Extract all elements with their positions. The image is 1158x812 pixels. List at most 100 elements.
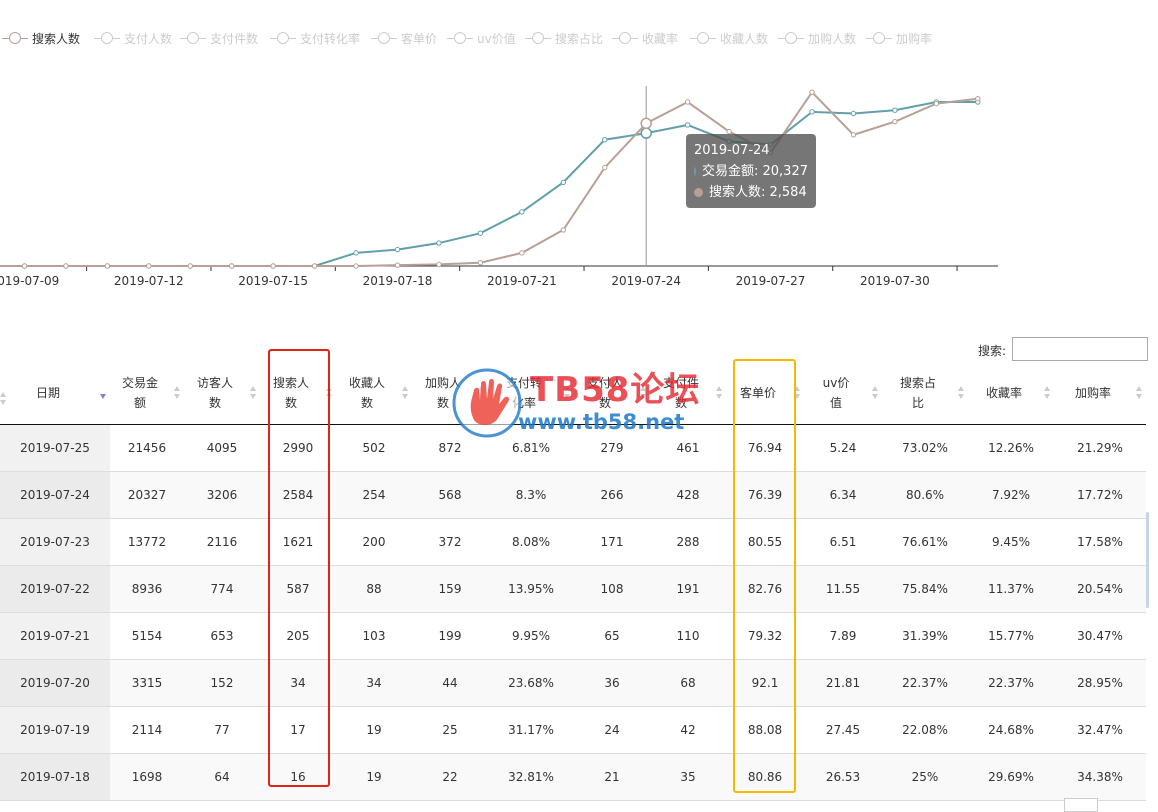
column-header[interactable]: 客单价 [726, 362, 804, 425]
chart-tooltip: 2019-07-24 交易金额: 20,327 搜索人数: 2,584 [686, 134, 816, 208]
column-header[interactable]: 支付件数 [650, 362, 726, 425]
table-row[interactable]: 2019-07-18 1698 64 16 19 22 32.81% 21 35 80.86 26.… [0, 753, 1146, 801]
legend-label: 支付件数 [210, 31, 259, 46]
legend-swatch-icon [612, 32, 638, 44]
column-header[interactable]: 加购人数 [412, 362, 488, 425]
table-cell: 21.29% [1054, 424, 1146, 472]
column-header-label: 客单价 [739, 386, 776, 400]
legend-item[interactable]: 搜索占比 [525, 28, 603, 48]
table-cell: 35 [650, 753, 726, 801]
table-row[interactable]: 2019-07-19 2114 77 17 19 25 31.17% 24 42 88.08 27.… [0, 706, 1146, 754]
table-cell: 34.38% [1054, 753, 1146, 801]
column-header[interactable]: 搜索占比 [882, 362, 968, 425]
legend-item[interactable]: 支付人数 [94, 28, 172, 48]
legend-label: 支付转化率 [300, 31, 361, 46]
data-point[interactable] [187, 263, 193, 269]
data-point[interactable] [394, 246, 401, 253]
table-cell: 8.08% [488, 518, 574, 566]
x-tick-label: 2019-07-21 [487, 274, 557, 288]
data-point[interactable] [975, 96, 981, 102]
table-cell: 3315 [110, 659, 184, 707]
legend-item[interactable]: 客单价 [371, 28, 437, 48]
scrollbar[interactable] [1146, 512, 1149, 608]
table-row[interactable]: 2019-07-21 5154 653 205 103 199 9.95% 65 110 79.3… [0, 612, 1146, 660]
legend-item[interactable]: 搜索人数 [2, 28, 80, 48]
column-header[interactable]: 访客人数 [184, 362, 260, 425]
data-point[interactable] [892, 118, 898, 125]
data-point[interactable] [311, 263, 318, 269]
data-point[interactable] [684, 122, 691, 128]
sort-icon [174, 386, 180, 400]
data-point[interactable] [63, 263, 69, 269]
table-cell: 6.34 [804, 471, 882, 519]
legend-item[interactable]: 收藏率 [612, 28, 678, 48]
table-cell: 8936 [110, 565, 184, 613]
table-cell: 110 [650, 612, 726, 660]
data-point[interactable] [353, 263, 359, 269]
table-row[interactable]: 2019-07-23 13772 2116 1621 200 372 8.08% 171 288… [0, 518, 1146, 566]
data-point[interactable] [146, 263, 152, 269]
legend-item[interactable]: 支付件数 [180, 28, 258, 48]
legend-item[interactable]: 加购率 [866, 28, 932, 48]
table-row[interactable]: 2019-07-22 8936 774 587 88 159 13.95% 108 191 82.… [0, 565, 1146, 613]
data-point[interactable] [519, 250, 525, 256]
legend-item[interactable]: 支付转化率 [270, 28, 360, 48]
column-header[interactable]: 支付人数 [574, 362, 650, 425]
data-point[interactable] [640, 127, 652, 139]
data-point[interactable] [560, 227, 566, 233]
table-cell: 103 [336, 612, 412, 660]
data-point[interactable] [602, 137, 608, 143]
data-point[interactable] [436, 240, 442, 246]
pagination-box[interactable] [1064, 798, 1098, 812]
data-point[interactable] [850, 132, 857, 138]
data-point[interactable] [684, 99, 691, 105]
column-header[interactable]: 交易金额 [110, 362, 184, 425]
table-cell: 24.68% [968, 706, 1054, 754]
column-header[interactable]: 收藏人数 [336, 362, 412, 425]
data-point[interactable] [809, 109, 815, 115]
column-header[interactable]: 加购率 [1054, 362, 1146, 425]
data-point[interactable] [21, 263, 28, 269]
table-cell: 1698 [110, 753, 184, 801]
data-point[interactable] [560, 179, 566, 186]
legend-swatch-icon [866, 32, 892, 44]
data-point[interactable] [809, 89, 815, 95]
table-row[interactable]: 2019-07-24 20327 3206 2584 254 568 8.3% 266 428 7… [0, 471, 1146, 519]
table-cell: 774 [184, 565, 260, 613]
data-point[interactable] [933, 100, 940, 107]
column-header[interactable]: 收藏率 [968, 362, 1054, 425]
column-header[interactable]: 支付转化率 [488, 362, 574, 425]
column-header-label: 支付转化率 [505, 376, 542, 410]
data-point[interactable] [602, 164, 608, 171]
table-row[interactable]: 2019-07-25 21456 4095 2990 502 872 6.81% 279 461… [0, 424, 1146, 472]
search-input[interactable] [1012, 337, 1148, 361]
column-header[interactable]: uv价值 [804, 362, 882, 425]
data-point[interactable] [519, 209, 525, 215]
column-header[interactable]: 日期 [0, 362, 110, 425]
data-point[interactable] [229, 263, 235, 269]
table-cell: 587 [260, 565, 336, 613]
data-point[interactable] [477, 230, 484, 236]
data-point[interactable] [436, 261, 442, 268]
sort-icon [872, 386, 878, 400]
data-point[interactable] [477, 260, 484, 266]
legend-item[interactable]: 加购人数 [778, 28, 856, 48]
table-cell: 17.58% [1054, 518, 1146, 566]
table-cell: 44 [412, 659, 488, 707]
data-point[interactable] [104, 263, 111, 269]
legend-item[interactable]: uv价值 [447, 28, 516, 48]
table-cell: 32.81% [488, 753, 574, 801]
data-point[interactable] [640, 117, 652, 130]
data-point[interactable] [892, 107, 898, 113]
series-line [0, 101, 978, 267]
table-cell: 9.45% [968, 518, 1054, 566]
data-point[interactable] [353, 250, 359, 256]
table-row[interactable]: 2019-07-20 3315 152 34 34 44 23.68% 36 68 92.1 21.… [0, 659, 1146, 707]
table-cell: 502 [336, 424, 412, 472]
date-cell: 2019-07-22 [0, 565, 110, 613]
data-point[interactable] [850, 110, 857, 117]
data-point[interactable] [270, 263, 276, 269]
legend-item[interactable]: 收藏人数 [690, 28, 768, 48]
column-header[interactable]: 搜索人数 [260, 362, 336, 425]
data-point[interactable] [394, 262, 401, 268]
